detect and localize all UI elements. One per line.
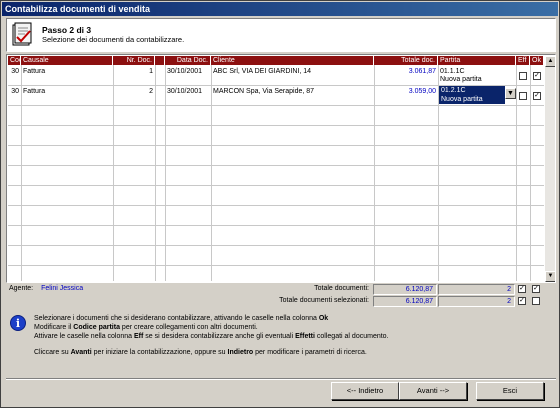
grid-line: [530, 65, 531, 281]
instruction-line: Attivare le caselle nella colonna Eff se…: [34, 333, 389, 340]
totals-panel: Agente: Felini Jessica Totale documenti:…: [6, 284, 556, 308]
grid-line: [8, 145, 544, 146]
grid-line: [113, 65, 114, 281]
tot-doc-count: 2: [438, 284, 515, 295]
tot-doc-label: Totale documenti:: [314, 285, 369, 292]
ok-checkbox[interactable]: ✓: [533, 92, 541, 100]
grid-line: [8, 225, 544, 226]
col-header-spacer: [155, 56, 165, 65]
back-button[interactable]: <-- Indietro: [331, 382, 399, 400]
grid-line: [8, 245, 544, 246]
ok-selected-checkbox[interactable]: [532, 297, 540, 305]
row-causale: Fattura: [23, 68, 46, 75]
col-header-cod[interactable]: Cod: [8, 56, 21, 65]
totals-row: Agente: Felini Jessica Totale documenti:…: [6, 284, 556, 295]
wizard-window: Contabilizza documenti di vendita Passo …: [0, 0, 560, 408]
grid-line: [8, 185, 544, 186]
instruction-line: Selezionare i documenti che si desideran…: [34, 315, 329, 322]
tot-sel-label: Totale documenti selezionati:: [279, 297, 369, 304]
eff-total-checkbox[interactable]: ✓: [518, 285, 526, 293]
document-check-icon: [12, 22, 32, 46]
row-partita[interactable]: 01.2.1C: [439, 86, 505, 95]
step-subtitle: Selezione dei documenti da contabilizzar…: [42, 35, 185, 44]
grid-line: [8, 105, 544, 106]
step-header: Passo 2 di 3 Selezione dei documenti da …: [6, 18, 556, 52]
row-partita-status: Nuova partita: [441, 96, 483, 103]
agente-label: Agente:: [9, 285, 34, 292]
exit-button[interactable]: Esci: [476, 382, 544, 400]
col-header-totale[interactable]: Totale doc.: [374, 56, 438, 65]
next-button[interactable]: Avanti -->: [399, 382, 467, 400]
grid-line: [8, 205, 544, 206]
row-causale: Fattura: [23, 88, 46, 95]
scroll-down-icon[interactable]: ▼: [545, 271, 555, 282]
grid-line: [211, 65, 212, 281]
grid-line: [8, 165, 544, 166]
ok-checkbox[interactable]: ✓: [533, 72, 541, 80]
tot-sel-count: 2: [438, 296, 515, 307]
grid-line: [516, 65, 517, 281]
scroll-up-icon[interactable]: ▲: [545, 56, 555, 67]
grid-line: [155, 65, 156, 281]
eff-checkbox[interactable]: [519, 72, 527, 80]
row-cod: 30: [11, 68, 19, 75]
step-title: Passo 2 di 3: [42, 25, 92, 35]
documents-grid[interactable]: Cod Causale Nr. Doc. Data Doc. Cliente T…: [6, 54, 556, 283]
instruction-line: Modificare il Codice partita per creare …: [34, 324, 258, 331]
col-header-eff[interactable]: Eff: [516, 56, 530, 65]
col-header-cliente[interactable]: Cliente: [211, 56, 374, 65]
vertical-scrollbar[interactable]: ▲ ▼: [545, 56, 555, 282]
row-partita-status: Nuova partita: [440, 76, 482, 83]
agente-cell: Agente: Felini Jessica: [6, 284, 256, 295]
row-cliente: ABC Srl, VIA DEI GIARDINI, 14: [213, 68, 312, 75]
row-cliente: MARCON Spa, Via Serapide, 87: [213, 88, 315, 95]
info-icon: i: [10, 315, 26, 331]
col-header-partita[interactable]: Partita: [438, 56, 516, 65]
col-header-ok[interactable]: Ok: [530, 56, 544, 65]
eff-selected-checkbox[interactable]: ✓: [518, 297, 526, 305]
row-nr-doc: 2: [149, 88, 153, 95]
partita-dropdown-button[interactable]: ▼: [505, 88, 516, 99]
instructions-panel: i Selezionare i documenti che si desider…: [6, 311, 556, 376]
button-separator: [6, 378, 556, 380]
tot-doc-value: 6.120,87: [373, 284, 437, 295]
col-header-nr-doc[interactable]: Nr. Doc.: [113, 56, 155, 65]
grid-line: [165, 65, 166, 281]
grid-line: [8, 265, 544, 266]
col-header-causale[interactable]: Causale: [21, 56, 113, 65]
row-totale: 3.059,00: [408, 88, 436, 95]
row-cod: 30: [11, 88, 19, 95]
row-totale: 3.061,87: [408, 68, 436, 75]
tot-sel-value: 6.120,87: [373, 296, 437, 307]
agente-value: Felini Jessica: [41, 285, 84, 292]
window-title: Contabilizza documenti di vendita: [2, 2, 558, 16]
totals-row: Totale documenti selezionati: 6.120,87 2…: [6, 296, 556, 307]
grid-line: [21, 65, 22, 281]
col-header-data-doc[interactable]: Data Doc.: [165, 56, 211, 65]
grid-line: [374, 65, 375, 281]
instruction-line: Cliccare su Avanti per iniziare la conta…: [34, 349, 367, 356]
row-data-doc: 30/10/2001: [167, 88, 203, 95]
grid-body: Cod Causale Nr. Doc. Data Doc. Cliente T…: [8, 56, 544, 281]
eff-checkbox[interactable]: [519, 92, 527, 100]
row-nr-doc: 1: [149, 68, 153, 75]
grid-line: [8, 125, 544, 126]
row-data-doc: 30/10/2001: [167, 68, 203, 75]
ok-total-checkbox[interactable]: ✓: [532, 285, 540, 293]
